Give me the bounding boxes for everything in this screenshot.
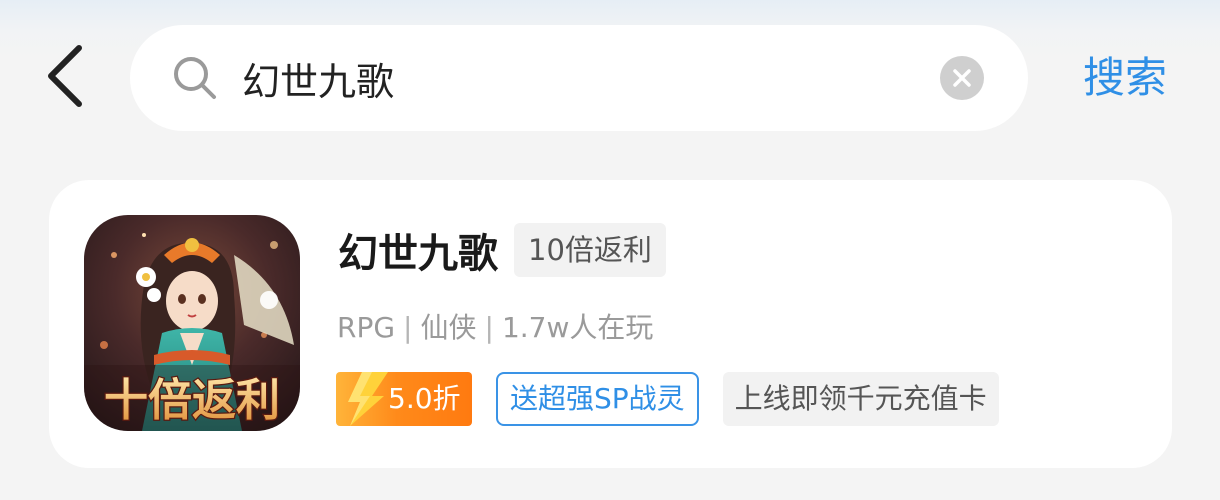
back-arrow-icon — [48, 45, 82, 107]
rebate-badge: 10倍返利 — [514, 223, 666, 277]
promo-tag-recharge: 上线即领千元充值卡 — [722, 372, 999, 426]
game-result-card[interactable]: 十倍返利 幻世九歌 10倍返利 RPG | 仙侠 | 1.7w人在玩 5.0折 送超强S… — [49, 180, 1172, 468]
promo-tag-sp: 送超强SP战灵 — [496, 372, 699, 426]
lightning-icon — [348, 372, 388, 426]
discount-tag: 5.0折 — [336, 372, 472, 426]
clear-button[interactable] — [940, 56, 984, 100]
meta-separator: | — [403, 311, 413, 344]
search-input[interactable] — [242, 48, 940, 108]
search-results-page: 搜索 — [0, 0, 1220, 500]
meta-separator: | — [484, 311, 494, 344]
game-meta: RPG | 仙侠 | 1.7w人在玩 — [337, 308, 653, 348]
players-count: 1.7w人在玩 — [501, 311, 654, 344]
genre-label: RPG — [337, 311, 396, 344]
game-cover-image: 十倍返利 — [84, 215, 300, 431]
search-icon — [170, 53, 220, 103]
search-bar[interactable] — [130, 25, 1028, 131]
game-title[interactable]: 幻世九歌 — [338, 221, 498, 279]
game-icon[interactable]: 十倍返利 — [84, 215, 300, 431]
discount-label: 5.0折 — [388, 382, 461, 415]
game-title-row: 幻世九歌 10倍返利 — [338, 222, 666, 278]
category-label: 仙侠 — [420, 311, 477, 344]
icon-caption: 十倍返利 — [104, 375, 280, 426]
tags-row: 5.0折 送超强SP战灵 上线即领千元充值卡 — [336, 372, 999, 426]
back-button[interactable] — [30, 36, 100, 116]
clear-icon — [953, 69, 971, 87]
search-button[interactable]: 搜索 — [1060, 48, 1190, 108]
